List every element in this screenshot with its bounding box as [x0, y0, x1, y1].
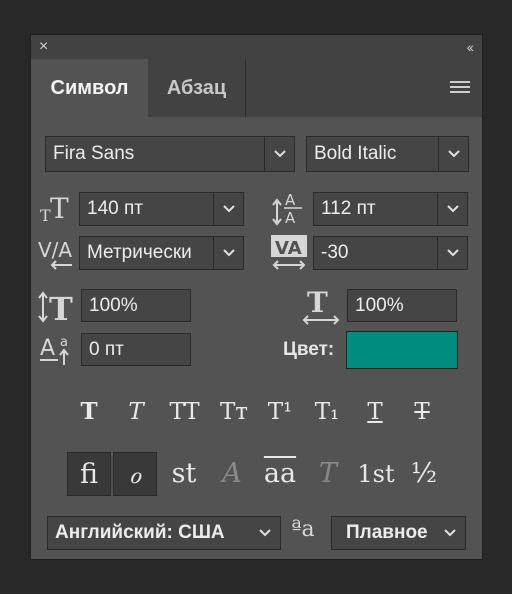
subscript-button[interactable]: T₁	[310, 395, 344, 429]
font-style-select[interactable]: Bold Italic	[306, 136, 469, 172]
discretionary-ligatures-button[interactable]: ℴ	[113, 452, 157, 496]
svg-text:A: A	[40, 336, 55, 361]
vertical-scale-value: 100%	[89, 294, 138, 316]
tracking-value: -30	[321, 242, 349, 263]
bold-glyph: T	[80, 398, 98, 425]
svg-text:T: T	[49, 290, 73, 324]
horizontal-scale-input[interactable]: 100%	[347, 289, 457, 322]
language-select[interactable]: Английский: США	[47, 516, 281, 550]
chevron-down-icon[interactable]	[250, 517, 280, 549]
chevron-down-icon[interactable]	[438, 137, 468, 171]
baseline-shift-value: 0 пт	[89, 338, 124, 360]
panel-tabs: Символ Абзац	[31, 59, 482, 117]
svg-text:T: T	[307, 290, 328, 319]
tracking-icon: VA	[271, 235, 307, 270]
color-label: Цвет:	[283, 339, 335, 360]
small-caps-glyph: Tт	[219, 399, 249, 425]
stylistic-alternates-button[interactable]: aa	[258, 452, 302, 496]
swash-glyph: A	[222, 458, 242, 489]
leading-value: 112 пт	[321, 198, 376, 219]
leading-icon: A A	[272, 191, 302, 226]
vertical-scale-icon: T	[38, 290, 73, 324]
chevron-down-icon[interactable]	[435, 517, 465, 549]
chevron-down-icon[interactable]	[213, 237, 243, 269]
ordinals-glyph: 1st	[357, 460, 395, 488]
faux-italic-button[interactable]: T	[119, 395, 153, 429]
titling-alternates-button[interactable]: T	[306, 452, 350, 496]
svg-text:a: a	[60, 335, 68, 350]
collapse-icon[interactable]: ‹‹	[467, 37, 474, 57]
faux-bold-button[interactable]: T	[72, 395, 106, 429]
font-size-select[interactable]: 140 пт	[79, 192, 244, 226]
chevron-down-icon[interactable]	[437, 193, 467, 225]
discretionary-glyph: ℴ	[128, 459, 142, 490]
superscript-glyph: T¹	[267, 399, 293, 425]
leading-select[interactable]: 112 пт	[313, 192, 468, 226]
svg-text:T: T	[50, 194, 69, 224]
contextual-alternates-button[interactable]: st	[162, 452, 206, 496]
font-style-value: Bold Italic	[314, 143, 397, 164]
svg-text:A: A	[285, 191, 296, 209]
underline-glyph: T	[367, 399, 383, 425]
svg-text:A: A	[285, 209, 296, 226]
all-caps-button[interactable]: TT	[164, 395, 204, 429]
font-size-icon: T T	[40, 194, 69, 224]
caps-glyph: TT	[169, 399, 199, 425]
ligature-glyph: fi	[79, 459, 98, 490]
chevron-down-icon[interactable]	[264, 137, 294, 171]
underline-button[interactable]: T	[358, 395, 392, 429]
font-size-value: 140 пт	[87, 198, 143, 219]
horizontal-scale-value: 100%	[355, 294, 404, 316]
ligatures-button[interactable]: fi	[67, 452, 111, 496]
vertical-scale-input[interactable]: 100%	[81, 289, 191, 322]
language-value: Английский: США	[55, 522, 225, 543]
strikethrough-glyph: T	[414, 399, 430, 425]
superscript-button[interactable]: T¹	[263, 395, 297, 429]
fraction-glyph: ½	[410, 458, 438, 489]
antialias-value: Плавное	[346, 522, 428, 543]
subscript-glyph: T₁	[314, 399, 340, 425]
kerning-icon: V/A	[38, 238, 72, 270]
swash-button[interactable]: A	[210, 452, 254, 496]
svg-text:VA: VA	[275, 238, 302, 259]
panel-menu-icon[interactable]	[450, 81, 470, 96]
font-family-value: Fira Sans	[53, 143, 135, 164]
kerning-select[interactable]: Метрически	[79, 236, 244, 270]
baseline-shift-icon: A a	[40, 335, 69, 365]
small-caps-button[interactable]: Tт	[214, 395, 254, 429]
svg-text:V/A: V/A	[38, 238, 72, 262]
stylistic-glyph: aa	[263, 458, 297, 489]
antialias-icon: ªa	[291, 517, 315, 542]
titling-glyph: T	[318, 458, 337, 489]
font-family-select[interactable]: Fira Sans	[45, 136, 295, 172]
panel-titlebar: × ‹‹	[31, 35, 482, 59]
baseline-shift-input[interactable]: 0 пт	[81, 333, 191, 366]
ordinals-button[interactable]: 1st	[352, 452, 400, 496]
color-swatch[interactable]	[346, 331, 458, 369]
antialias-select[interactable]: Плавное	[331, 516, 466, 550]
contextual-glyph: st	[171, 458, 197, 489]
horizontal-scale-icon: T	[302, 290, 340, 325]
strikethrough-button[interactable]: T	[405, 395, 439, 429]
tab-character[interactable]: Символ	[31, 59, 148, 117]
close-icon[interactable]: ×	[39, 37, 48, 57]
kerning-value: Метрически	[87, 242, 192, 263]
chevron-down-icon[interactable]	[213, 193, 243, 225]
chevron-down-icon[interactable]	[437, 237, 467, 269]
fractions-button[interactable]: ½	[402, 452, 446, 496]
tracking-select[interactable]: -30	[313, 236, 468, 270]
italic-glyph: T	[128, 399, 144, 425]
tab-paragraph[interactable]: Абзац	[148, 59, 246, 117]
